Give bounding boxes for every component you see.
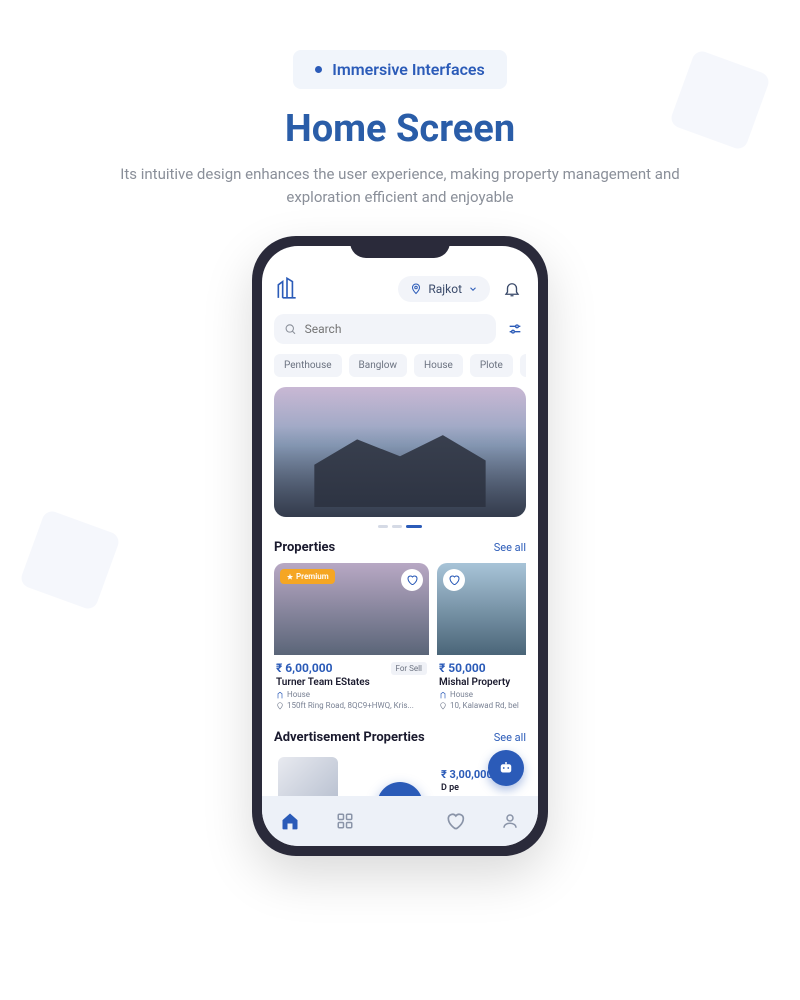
search-input[interactable] (305, 322, 486, 336)
category-chip[interactable]: Plote (470, 354, 513, 377)
carousel-dot[interactable] (378, 525, 388, 528)
building-icon (276, 691, 284, 699)
category-chip[interactable]: Penthouse (274, 354, 342, 377)
app-topbar: Rajkot (274, 274, 526, 304)
pin-icon (410, 283, 422, 295)
property-card[interactable]: ₹ 50,000 Mishal Property House 10, Kalaw… (437, 563, 526, 716)
see-all-link[interactable]: See all (494, 731, 526, 744)
user-icon (501, 812, 519, 830)
filter-button[interactable] (504, 318, 526, 340)
pin-icon (439, 702, 447, 710)
heart-icon (448, 574, 460, 586)
pill-label: Immersive Interfaces (332, 60, 485, 79)
search-box[interactable] (274, 314, 496, 344)
star-icon (286, 573, 294, 581)
location-selector[interactable]: Rajkot (398, 276, 490, 302)
sliders-icon (507, 321, 523, 337)
property-address: 10, Kalawad Rd, bel (450, 701, 519, 710)
property-name: Turner Team EStates (276, 677, 427, 688)
carousel-dot[interactable] (392, 525, 402, 528)
ad-name: D pe (441, 783, 493, 793)
premium-badge: Premium (280, 569, 335, 584)
section-title-ads: Advertisement Properties (274, 730, 425, 745)
property-card[interactable]: Premium ₹ 6,00,000 For Sell Turner Team … (274, 563, 429, 716)
app-logo[interactable] (274, 274, 300, 304)
heart-icon (445, 811, 465, 831)
building-icon (439, 691, 447, 699)
heart-icon (406, 574, 418, 586)
nav-profile[interactable] (497, 808, 523, 834)
bottom-nav (262, 796, 538, 846)
property-address: 150ft Ring Road, 8QC9+HWQ, Kris... (287, 701, 414, 710)
property-type: House (450, 690, 473, 699)
section-title-properties: Properties (274, 540, 335, 555)
carousel-dots (274, 525, 526, 528)
phone-notch (350, 236, 450, 258)
property-name: Mishal Property (439, 677, 526, 688)
page-subtitle: Its intuitive design enhances the user e… (120, 163, 680, 208)
phone-screen: Rajkot Penthouse (262, 246, 538, 846)
category-chips: Penthouse Banglow House Plote Co (274, 354, 526, 377)
chevron-down-icon (468, 284, 478, 294)
nav-home[interactable] (277, 808, 303, 834)
decorative-cube (19, 509, 122, 612)
location-label: Rajkot (428, 282, 462, 296)
ad-price: ₹ 3,00,000 (441, 768, 493, 781)
carousel-dot-active[interactable] (406, 525, 422, 528)
chatbot-icon (497, 759, 515, 777)
favorite-button[interactable] (443, 569, 465, 591)
see-all-link[interactable]: See all (494, 541, 526, 554)
bullet-icon (315, 66, 322, 73)
bell-icon (503, 280, 521, 298)
hero-banner[interactable] (274, 387, 526, 517)
search-icon (284, 322, 297, 336)
chat-fab[interactable] (488, 750, 524, 786)
pin-icon (276, 702, 284, 710)
favorite-button[interactable] (401, 569, 423, 591)
category-chip[interactable]: House (414, 354, 463, 377)
property-type: House (287, 690, 310, 699)
property-price: ₹ 6,00,000 (276, 661, 333, 675)
home-icon (280, 811, 300, 831)
properties-row: Premium ₹ 6,00,000 For Sell Turner Team … (274, 563, 526, 716)
nav-favorites[interactable] (442, 808, 468, 834)
nav-grid[interactable] (332, 808, 358, 834)
category-chip[interactable]: Banglow (349, 354, 407, 377)
phone-mockup: Rajkot Penthouse (252, 236, 548, 856)
category-pill: Immersive Interfaces (293, 50, 507, 89)
property-price: ₹ 50,000 (439, 661, 486, 675)
property-tag: For Sell (391, 662, 427, 675)
notifications-button[interactable] (498, 275, 526, 303)
grid-icon (336, 812, 354, 830)
category-chip[interactable]: Co (520, 354, 526, 377)
